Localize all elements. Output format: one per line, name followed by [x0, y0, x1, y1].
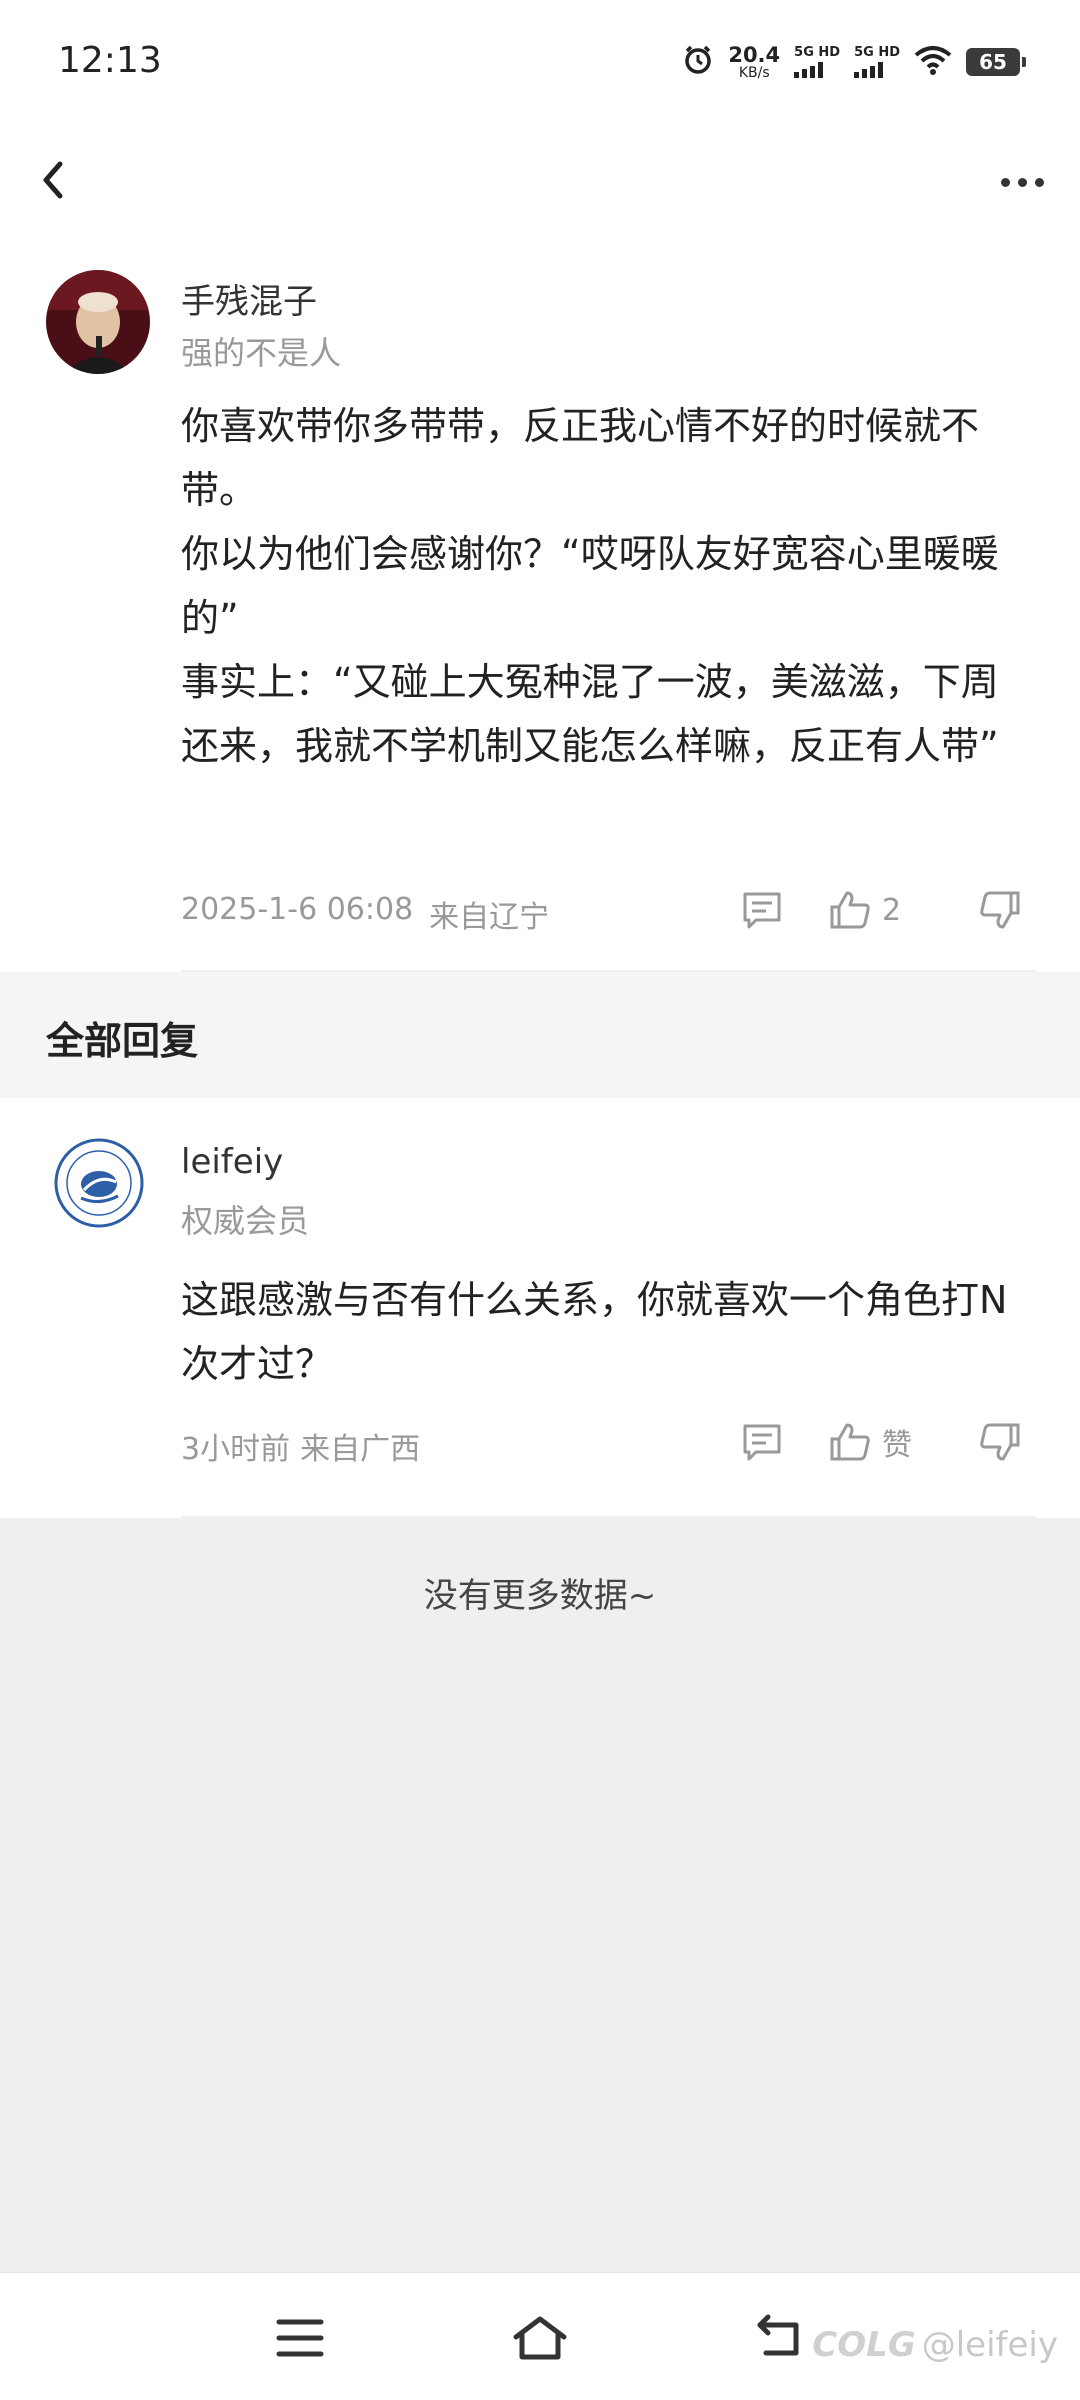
comment-paragraph: 你喜欢带你多带带，反正我心情不好的时候就不带。: [181, 404, 980, 512]
reply-card: leifeiy 权威会员 这跟感激与否有什么关系，你就喜欢一个角色打N次才过？ …: [0, 1098, 1080, 1518]
thumbs-down-icon: [980, 1423, 1020, 1461]
thumbs-up-icon: [830, 891, 870, 929]
reply-author-tag: 权威会员: [181, 1202, 310, 1240]
menu-icon: [276, 2319, 324, 2357]
reply-button[interactable]: [740, 880, 784, 940]
like-button[interactable]: 赞: [828, 1412, 912, 1472]
replies-section-header: 全部回复: [0, 972, 1080, 1098]
battery-icon: 65: [966, 48, 1026, 76]
watermark: COLG @leifeiy: [812, 2325, 1058, 2365]
reply-time: 3小时前: [181, 1432, 291, 1467]
like-count: 2: [882, 892, 902, 928]
reply-meta: 3小时前 来自广西: [181, 1424, 420, 1468]
status-bar: 12:13 20.4 KB/s 5G HD 5G HD 65: [0, 0, 1080, 130]
comment-meta: 2025-1-6 06:08 来自辽宁: [181, 892, 549, 936]
comment-paragraph: 事实上：“又碰上大冤种混了一波，美滋滋，下周还来，我就不学机制又能怎么样嘛，反正…: [181, 660, 999, 768]
top-nav-bar: [0, 130, 1080, 240]
alarm-icon: [682, 44, 714, 80]
comment-icon: [743, 1424, 781, 1461]
divider: [181, 1516, 1036, 1518]
comment-body: 你喜欢带你多带带，反正我心情不好的时候就不带。 你以为他们会感谢你？“哎呀队友好…: [181, 394, 1031, 778]
like-label: 赞: [882, 1428, 912, 1463]
chevron-left-icon: [43, 161, 63, 199]
thumbs-down-icon: [980, 891, 1020, 929]
comment-location: 来自辽宁: [429, 900, 550, 935]
thumbs-up-icon: [830, 1423, 870, 1461]
reply-actions: 赞: [740, 1412, 1040, 1472]
signal-sim1-icon: 5G HD: [794, 46, 840, 78]
comment-actions: 2: [740, 880, 1040, 940]
status-icons: 20.4 KB/s 5G HD 5G HD 65: [682, 42, 1026, 81]
reply-body: 这跟感激与否有什么关系，你就喜欢一个角色打N次才过？: [181, 1278, 1008, 1386]
back-button[interactable]: [30, 150, 90, 210]
comment-author-tag: 强的不是人: [181, 334, 342, 372]
comment-author-name[interactable]: 手残混子: [181, 274, 317, 323]
home-icon: [513, 2316, 567, 2360]
status-time: 12:13: [58, 40, 162, 81]
dislike-button[interactable]: [978, 880, 1022, 940]
back-arrow-icon: [757, 2314, 799, 2356]
comment-paragraph: 你以为他们会感谢你？“哎呀队友好宽容心里暖暖的”: [181, 532, 999, 640]
system-nav-bar: COLG @leifeiy: [0, 2272, 1080, 2400]
avatar[interactable]: [54, 1138, 144, 1228]
watermark-logo: COLG: [812, 2325, 916, 2365]
comment-date: 2025-1-6 06:08: [181, 892, 414, 927]
wifi-icon: [914, 45, 952, 79]
comment-icon: [743, 892, 781, 929]
more-options-button[interactable]: [992, 152, 1052, 212]
main-comment-card: 手残混子 强的不是人 你喜欢带你多带带，反正我心情不好的时候就不带。 你以为他们…: [0, 240, 1080, 972]
no-more-data-label: 没有更多数据~: [423, 1576, 657, 1616]
reply-location: 来自广西: [300, 1432, 421, 1467]
section-title: 全部回复: [46, 1019, 199, 1063]
home-button[interactable]: [505, 2303, 575, 2373]
reply-author-name[interactable]: leifeiy: [181, 1142, 283, 1182]
dislike-button[interactable]: [978, 1412, 1022, 1472]
watermark-handle: @leifeiy: [921, 2325, 1058, 2365]
menu-button[interactable]: [265, 2303, 335, 2373]
reply-button[interactable]: [740, 1412, 784, 1472]
more-dots-icon: [1000, 177, 1010, 187]
back-nav-button[interactable]: [745, 2303, 815, 2373]
network-speed: 20.4 KB/s: [728, 42, 781, 81]
avatar[interactable]: [46, 270, 150, 374]
like-button[interactable]: 2: [828, 880, 901, 940]
signal-sim2-icon: 5G HD: [854, 46, 900, 78]
